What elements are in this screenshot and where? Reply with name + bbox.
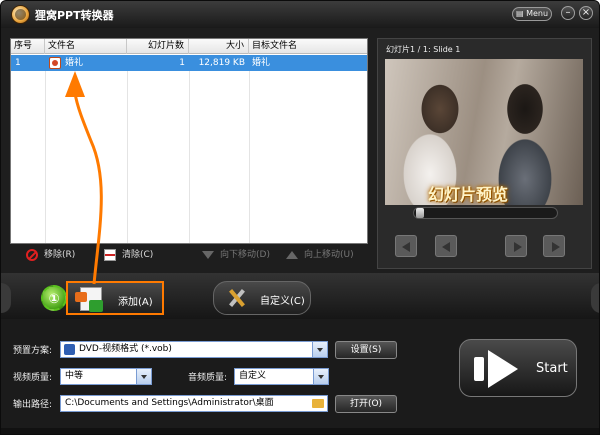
settings-panel: 预置方案: DVD-视频格式 (*.vob) 设置(S) 视频质量: 中等 音频… [1,319,599,434]
start-arrow-icon [474,350,520,388]
tools-icon [228,288,246,308]
output-path-value: C:\Documents and Settings\Administrator\… [65,398,274,408]
column-header-slides[interactable]: 幻灯片数 [127,39,189,54]
preview-slide-label: 幻灯片1 / 1: Slide 1 [386,45,461,54]
remove-icon [26,249,38,261]
minimize-button[interactable]: – [561,6,575,20]
move-down-label: 向下移动(D) [220,250,270,260]
file-list-header: 序号 文件名 幻灯片数 大小 目标文件名 [11,39,367,54]
column-divider [127,55,128,243]
arrow-up-icon [286,251,298,259]
left-decoration [1,283,11,313]
bottom-edge [1,428,599,434]
cell-size: 12,819 KB [198,58,245,68]
table-row[interactable]: 1 婚礼 1 12,819 KB 婚礼 [11,55,367,71]
open-button[interactable]: 打开(O) [335,395,397,413]
fast-forward-icon [514,242,522,252]
skip-forward-icon [552,242,560,252]
cell-index: 1 [15,58,21,68]
first-slide-button[interactable] [395,235,417,257]
last-slide-button[interactable] [543,235,565,257]
start-button[interactable]: Start [459,339,577,397]
menu-icon: ▤ [515,9,524,18]
start-label: Start [536,361,568,376]
column-divider [249,55,250,243]
preview-panel: 幻灯片1 / 1: Slide 1 幻灯片预览 [377,38,592,269]
add-label: 添加(A) [118,297,153,308]
app-title: 狸窝PPT转换器 [35,9,114,22]
move-down-button[interactable]: 向下移动(D) [202,248,282,262]
column-header-target-name[interactable]: 目标文件名 [249,39,367,54]
add-file-icon [75,287,103,312]
cell-target-name: 婚礼 [252,58,271,68]
right-decoration [591,283,599,313]
column-header-file-name[interactable]: 文件名 [45,39,127,54]
chevron-down-icon[interactable] [313,369,328,384]
clear-label: 清除(C) [122,250,154,260]
chevron-down-icon[interactable] [136,369,151,384]
dvd-icon [64,344,75,355]
move-up-button[interactable]: 向上移动(U) [286,248,366,262]
menu-label: Menu [526,9,549,18]
arrow-down-icon [202,251,214,259]
app-window: 狸窝PPT转换器 ▤ Menu – × 序号 文件名 幻灯片数 大小 目标文件名… [0,0,600,435]
previous-slide-button[interactable] [435,235,457,257]
folder-icon[interactable] [312,399,324,408]
settings-button[interactable]: 设置(S) [335,341,397,359]
seek-slider-handle[interactable] [416,208,424,218]
move-up-label: 向上移动(U) [304,250,354,260]
seek-slider[interactable] [413,207,558,219]
column-divider [45,55,46,243]
close-button[interactable]: × [579,6,593,20]
clear-button[interactable]: 清除(C) [104,248,174,262]
menu-button[interactable]: ▤ Menu [512,7,552,21]
next-slide-button[interactable] [505,235,527,257]
preset-value: DVD-视频格式 (*.vob) [79,344,172,354]
skip-back-icon [402,242,410,252]
column-header-index[interactable]: 序号 [11,39,45,54]
powerpoint-file-icon [49,57,61,69]
column-divider [189,55,190,243]
audio-quality-value: 自定义 [239,371,267,381]
cell-slides: 1 [179,58,185,68]
video-quality-label: 视频质量: [13,373,53,383]
app-logo-icon [11,5,30,24]
custom-button[interactable]: 自定义(C) [213,281,311,315]
output-path-field[interactable]: C:\Documents and Settings\Administrator\… [60,395,328,412]
rewind-icon [442,242,450,252]
step-one-badge: ① [41,285,67,311]
custom-label: 自定义(C) [260,296,305,307]
remove-label: 移除(R) [44,250,76,260]
preview-caption: 幻灯片预览 [428,185,509,204]
video-quality-value: 中等 [65,371,84,381]
file-list[interactable]: 序号 文件名 幻灯片数 大小 目标文件名 1 婚礼 1 12,819 KB 婚礼 [10,38,368,244]
chevron-down-icon[interactable] [312,342,327,357]
audio-quality-select[interactable]: 自定义 [234,368,329,385]
audio-quality-label: 音频质量: [188,373,228,383]
preset-select[interactable]: DVD-视频格式 (*.vob) [60,341,328,358]
clear-icon [104,249,116,261]
title-bar[interactable]: 狸窝PPT转换器 ▤ Menu – × [1,1,599,28]
remove-button[interactable]: 移除(R) [26,248,96,262]
cell-file-name: 婚礼 [65,58,84,68]
output-path-label: 输出路径: [13,400,53,410]
list-toolbar: 移除(R) 清除(C) 向下移动(D) 向上移动(U) [10,246,368,264]
file-list-body: 1 婚礼 1 12,819 KB 婚礼 [11,55,367,243]
preset-label: 预置方案: [13,346,53,356]
column-header-size[interactable]: 大小 [189,39,249,54]
video-quality-select[interactable]: 中等 [60,368,152,385]
add-button[interactable]: 添加(A) [66,281,164,315]
